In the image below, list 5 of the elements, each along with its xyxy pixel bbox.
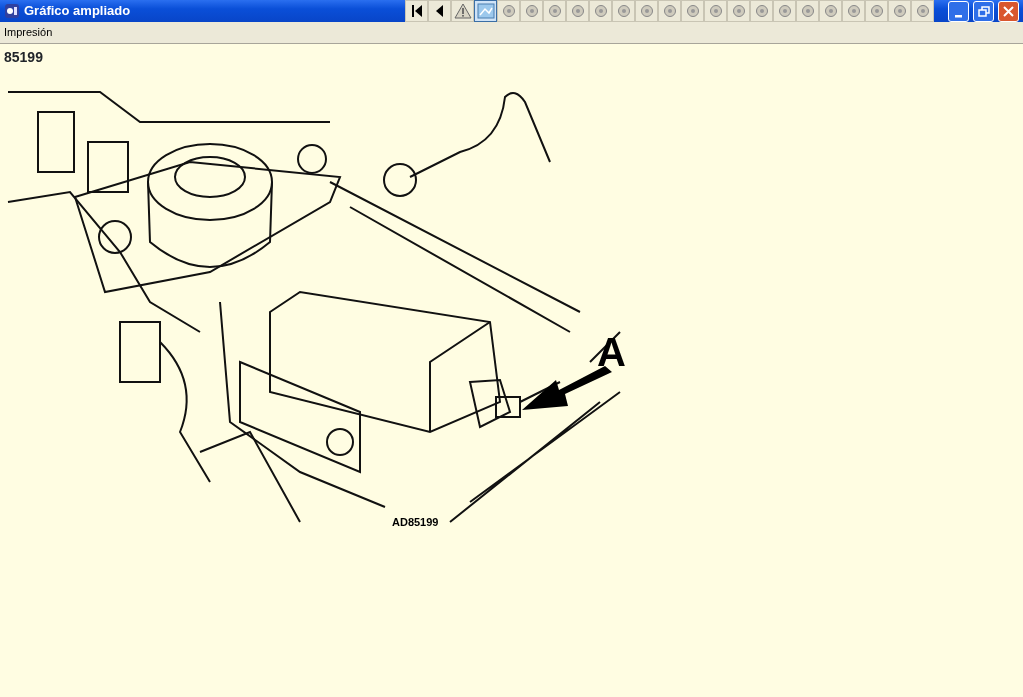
figure-number: 85199 (4, 48, 44, 67)
window-title: Gráfico ampliado (23, 2, 131, 21)
callout-label: A (597, 330, 626, 374)
drawing-code: AD85199 (392, 516, 439, 528)
menu-item[interactable]: Impresión (0, 24, 57, 41)
